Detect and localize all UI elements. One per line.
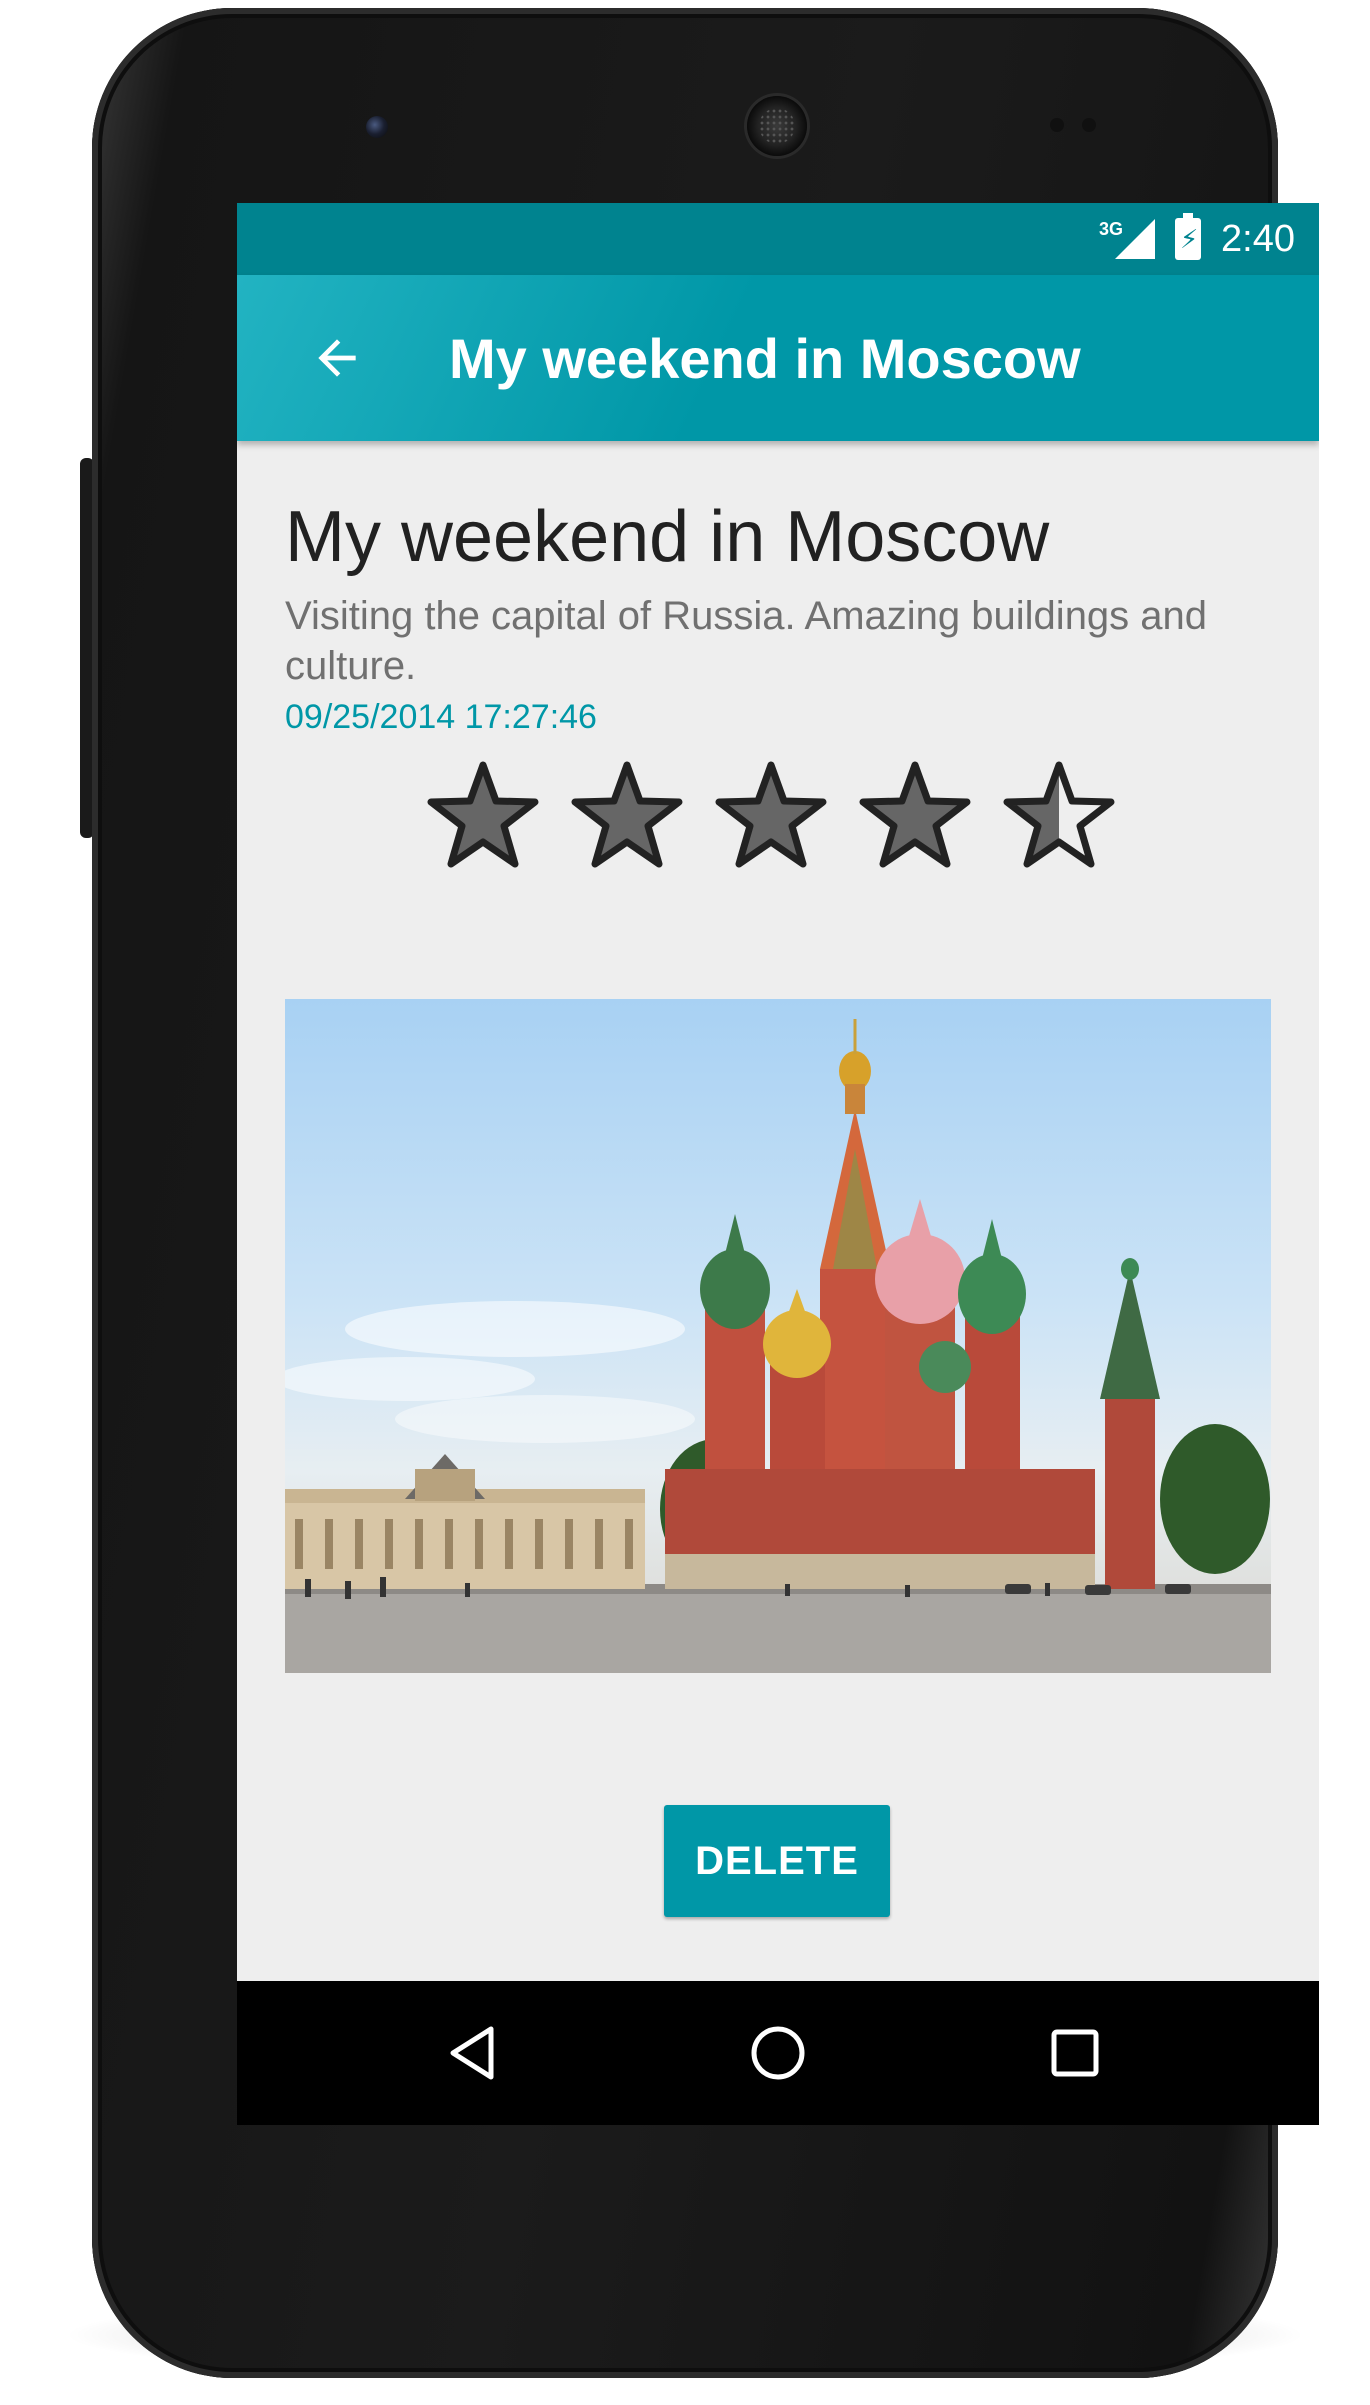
app-bar: My weekend in Moscow: [237, 275, 1319, 441]
nav-recent-icon: [1051, 2029, 1099, 2077]
nav-back-button[interactable]: [437, 2017, 509, 2089]
phone-frame: 3G ⚡ 2:40 My weekend in Moscow My weeken…: [92, 8, 1319, 2378]
rating-star[interactable]: [713, 759, 829, 871]
nav-recent-button[interactable]: [1039, 2017, 1111, 2089]
back-button[interactable]: [277, 298, 397, 418]
signal-icon: 3G: [1099, 217, 1156, 261]
front-camera: [366, 116, 388, 138]
battery-charging-icon: ⚡: [1175, 213, 1202, 260]
nav-back-icon: [450, 2026, 494, 2080]
saint-basils-cathedral-photo: [285, 1019, 1271, 1673]
entry-description: Visiting the capital of Russia. Amazing …: [285, 594, 1208, 688]
proximity-sensor: [1050, 118, 1064, 132]
rating-star[interactable]: [857, 759, 973, 871]
light-sensor: [1082, 118, 1096, 132]
app-bar-title: My weekend in Moscow: [449, 326, 1081, 390]
screen: 3G ⚡ 2:40 My weekend in Moscow My weeken…: [237, 203, 1319, 2125]
nav-home-icon: [751, 2026, 805, 2080]
entry-title: My weekend in Moscow: [285, 497, 1050, 577]
delete-button[interactable]: DELETE: [664, 1805, 890, 1917]
navigation-bar: [237, 1981, 1319, 2125]
status-bar: 3G ⚡ 2:40: [237, 203, 1319, 275]
status-time: 2:40: [1221, 217, 1295, 260]
rating-star[interactable]: [1001, 759, 1117, 871]
nav-home-button[interactable]: [742, 2017, 814, 2089]
earpiece-speaker: [747, 96, 807, 156]
entry-photo: [285, 999, 1271, 1673]
arrow-back-icon: [318, 339, 356, 377]
rating-bar[interactable]: [425, 759, 1117, 871]
entry-date: 09/25/2014 17:27:46: [285, 698, 597, 736]
rating-star[interactable]: [569, 759, 685, 871]
rating-star[interactable]: [425, 759, 541, 871]
